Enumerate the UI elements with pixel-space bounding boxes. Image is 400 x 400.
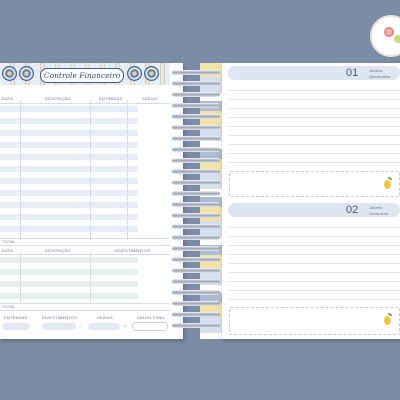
divider <box>0 254 170 255</box>
final-balance-field <box>132 322 168 331</box>
day-weekday: Sexta-feira <box>369 211 389 216</box>
leaf-icon <box>394 35 400 43</box>
binding-ring <box>172 235 220 240</box>
divider <box>0 245 170 246</box>
col-header-description: DESCRIÇÃO <box>45 96 71 101</box>
minus-sign: - <box>34 323 36 328</box>
binding-ring <box>172 202 220 207</box>
binding-ring <box>172 180 220 185</box>
day-month: Janeiro <box>369 68 383 73</box>
brand-sticker-logo <box>370 15 400 57</box>
writing-line <box>228 135 400 136</box>
binding-ring <box>172 312 220 317</box>
col-header-date: DATA <box>2 96 13 101</box>
expenses-total-field <box>88 323 120 330</box>
binding-ring <box>172 191 220 196</box>
writing-line <box>228 108 400 109</box>
lemon-icon <box>384 180 391 189</box>
footer-label-balance: SALDO FINAL <box>137 315 166 320</box>
writing-line <box>228 254 400 255</box>
tile-ornament <box>2 66 17 81</box>
income-total-field <box>2 323 30 330</box>
writing-line <box>228 236 400 237</box>
col-header-description: DESCRIÇÃO <box>45 248 71 253</box>
divider <box>90 252 91 304</box>
binding-ring <box>172 213 220 218</box>
col-header-investments: INVESTIMENTOS <box>115 248 151 253</box>
writing-line <box>228 290 400 291</box>
tile-ornament <box>127 66 142 81</box>
binding-ring <box>172 246 220 251</box>
divider <box>0 103 170 104</box>
binding-ring <box>172 257 220 262</box>
total-label: TOTAL <box>2 239 16 244</box>
day-number: 01 <box>346 67 359 79</box>
binding-ring <box>172 169 220 174</box>
footer-label-income: ENTRADAS <box>4 315 28 320</box>
binding-ring <box>172 268 220 273</box>
finance-page: Controle Financeiro DATA DESCRIÇÃO ENTRA… <box>0 63 183 339</box>
writing-line <box>228 99 400 100</box>
col-header-expenses: SAÍDAS <box>142 96 158 101</box>
leaf-icon <box>388 313 392 316</box>
divider <box>20 252 21 304</box>
binding-ring <box>172 301 220 306</box>
col-header-date: DATA <box>2 248 13 253</box>
writing-line <box>228 245 400 246</box>
binding-ring <box>172 158 220 163</box>
writing-line <box>228 90 400 91</box>
day-weekday: Quinta-feira <box>369 74 390 79</box>
binding-ring <box>172 92 220 97</box>
tile-ornament <box>144 66 159 81</box>
total-label: TOTAL <box>2 304 16 309</box>
footer-label-investments: INVESTIMENTOS <box>42 315 78 320</box>
notes-box <box>229 171 400 197</box>
binding-ring <box>172 70 220 75</box>
lemon-icon <box>384 316 391 325</box>
writing-line <box>228 144 400 145</box>
day-month: Janeiro <box>369 205 383 210</box>
leaf-icon <box>388 177 392 180</box>
writing-line <box>228 263 400 264</box>
divider <box>0 238 170 239</box>
writing-line <box>228 227 400 228</box>
binding-ring <box>172 290 220 295</box>
writing-line <box>228 117 400 118</box>
binding-ring <box>172 224 220 229</box>
writing-line <box>228 153 400 154</box>
day-number: 02 <box>346 204 359 216</box>
binding-ring <box>172 125 220 130</box>
equals-sign: = <box>124 323 127 328</box>
binding-ring <box>172 114 220 119</box>
footer-label-expenses: SAÍDAS <box>97 315 113 320</box>
writing-line <box>228 299 400 300</box>
col-header-income: ENTRADAS <box>99 96 123 101</box>
investments-total-field <box>42 323 76 330</box>
writing-line <box>228 162 400 163</box>
binding-ring <box>172 136 220 141</box>
notes-box <box>229 307 400 335</box>
divider <box>20 100 21 240</box>
binding-ring <box>172 279 220 284</box>
writing-line <box>228 126 400 127</box>
writing-line <box>228 272 400 273</box>
minus-sign: - <box>80 323 82 328</box>
binding-ring <box>172 81 220 86</box>
daily-page <box>222 63 400 339</box>
divider <box>90 100 91 240</box>
binding-ring <box>172 323 220 328</box>
tile-ornament <box>19 66 34 81</box>
writing-line <box>228 281 400 282</box>
divider <box>0 310 170 311</box>
divider <box>127 100 128 240</box>
binding-ring <box>172 103 220 108</box>
page-title: Controle Financeiro <box>40 68 124 83</box>
binding-ring <box>172 147 220 152</box>
divider <box>0 303 170 304</box>
